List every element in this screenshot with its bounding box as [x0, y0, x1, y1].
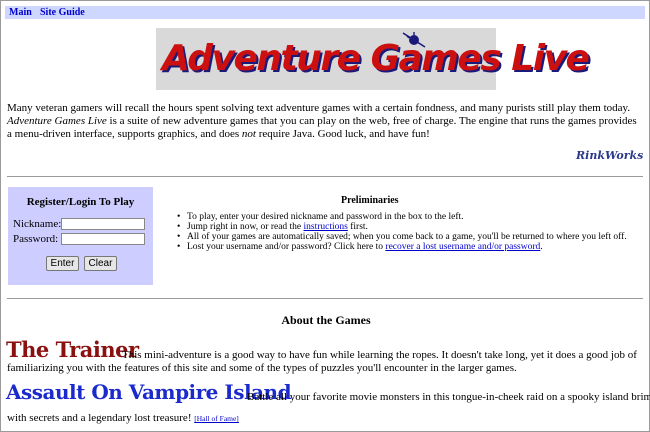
list-item: Jump right in now, or read the instructi…	[177, 222, 627, 232]
nickname-label: Nickname:	[13, 218, 62, 230]
list-item: Lost your username and/or password? Clic…	[177, 242, 627, 252]
about-games-heading: About the Games	[281, 313, 371, 327]
nav-site-guide-link[interactable]: Site Guide	[40, 7, 85, 18]
recover-account-link[interactable]: recover a lost username and/or password	[385, 242, 540, 252]
password-label: Password:	[13, 233, 59, 245]
site-banner: Adventure Games Live	[156, 28, 590, 90]
divider-top	[7, 176, 643, 177]
nav-main-link[interactable]: Main	[9, 7, 32, 18]
top-nav-bar: Main Site Guide	[5, 6, 645, 19]
clear-button[interactable]: Clear	[84, 256, 117, 271]
list-item: To play, enter your desired nickname and…	[177, 212, 627, 222]
login-panel: Register/Login To Play Nickname: Passwor…	[8, 187, 153, 285]
intro-text-1: Many veteran gamers will recall the hour…	[7, 102, 631, 114]
enter-button[interactable]: Enter	[46, 256, 79, 271]
game-desc-line2: with secrets and a legendary lost treasu…	[7, 412, 239, 424]
game-desc-assault-on-vampire-island: Battle all your favorite movie monsters …	[7, 391, 650, 425]
hall-of-fame-link[interactable]: [Hall of Fame]	[194, 414, 239, 423]
preliminaries-list: To play, enter your desired nickname and…	[177, 212, 627, 252]
login-panel-title: Register/Login To Play	[26, 196, 135, 208]
list-item: All of your games are automatically save…	[177, 232, 627, 242]
instructions-link[interactable]: instructions	[304, 222, 348, 232]
intro-text-3: require Java. Good luck, and have fun!	[255, 128, 430, 140]
game-desc-the-trainer: This mini-adventure is a good way to hav…	[7, 349, 647, 375]
nickname-input[interactable]	[61, 218, 145, 230]
game-desc-line2: familiarizing you with the features of t…	[7, 362, 517, 374]
rinkworks-signature-logo[interactable]: RinkWorks	[576, 149, 643, 162]
site-logo-title: Adventure Games Live	[162, 38, 590, 79]
intro-title-italic: Adventure Games Live	[7, 115, 107, 127]
game-desc-line1: Battle all your favorite movie monsters …	[247, 391, 650, 403]
intro-paragraph: Many veteran gamers will recall the hour…	[7, 102, 643, 141]
preliminaries-title: Preliminaries	[341, 195, 399, 206]
password-input[interactable]	[61, 233, 145, 245]
divider-middle	[7, 298, 643, 299]
game-desc-line1: This mini-adventure is a good way to hav…	[122, 349, 637, 361]
intro-not-italic: not	[241, 128, 256, 140]
